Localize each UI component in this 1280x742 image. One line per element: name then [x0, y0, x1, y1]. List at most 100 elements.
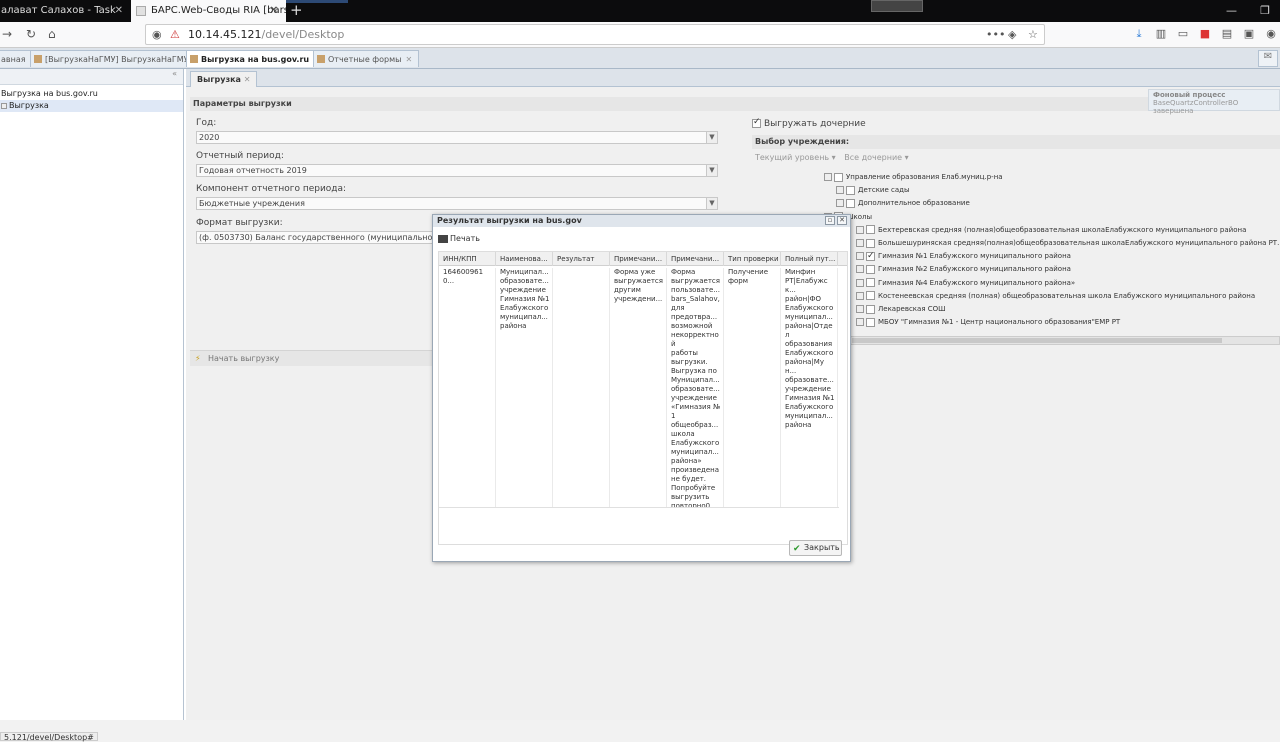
cell-note2: Форма выгружается пользовате... bars_Sal… [667, 268, 724, 508]
forward-icon[interactable]: → [2, 27, 12, 41]
tab-otchetnye-formy[interactable]: Отчетные формы✕ [313, 50, 419, 67]
tree-node-label: Детские сады [858, 186, 910, 194]
result-grid: ИНН/КПП Наименова... Результат Примечани… [438, 251, 848, 545]
tree-node-busgov[interactable]: Выгрузка на bus.gov.ru [0, 88, 183, 100]
account-icon[interactable]: ◉ [1260, 27, 1280, 40]
close-tab-icon[interactable]: ✕ [270, 0, 278, 22]
library-icon[interactable]: ▥ [1150, 27, 1172, 40]
document-icon [190, 55, 198, 63]
checkbox[interactable] [866, 305, 875, 314]
tree-node-institution[interactable]: МБОУ "Гимназия №1 - Центр национального … [856, 316, 1120, 328]
print-label: Печать [450, 234, 480, 243]
checkbox[interactable] [866, 265, 875, 274]
tree-node-institution[interactable]: Костенеевская средняя (полная) общеобраз… [856, 290, 1255, 302]
tab-label: авная [1, 55, 26, 64]
tree-node-institution[interactable]: Дополнительное образование [836, 197, 970, 209]
tab-vygruzka-gmu[interactable]: [ВыгрузкаНаГМУ] ВыгрузкаНаГМУ✕ [30, 50, 206, 67]
mail-icon[interactable]: ✉ [1258, 50, 1278, 67]
sync-icon[interactable]: ▭ [1172, 27, 1194, 40]
url-host: 10.14.45.121 [188, 28, 261, 41]
tree-node-institution[interactable]: Бехтеревская средняя (полная)общеобразов… [856, 224, 1246, 236]
checkbox[interactable] [866, 291, 875, 300]
column-header[interactable]: Полный пут... [781, 252, 838, 266]
tab-label: Выгрузка на bus.gov.ru [201, 55, 309, 64]
chevron-down-icon[interactable]: ▼ [706, 198, 717, 209]
chevron-down-icon[interactable]: ▼ [706, 165, 717, 176]
browser-tabstrip: алават Салахов - Task ✕ БАРС.Web-Своды R… [0, 0, 1280, 22]
download-icon[interactable]: ⤓ [1128, 27, 1150, 41]
browser-tab-bars[interactable]: БАРС.Web-Своды RIA [bars_Sa ✕ [131, 0, 286, 22]
tree-node-institution[interactable]: Гимназия №4 Елабужского муниципального р… [856, 277, 1075, 289]
tree-node-label: Гимназия №4 Елабужского муниципального р… [878, 279, 1075, 287]
new-tab-button[interactable]: + [290, 0, 303, 20]
tree-node-label: Гимназия №2 Елабужского муниципального р… [878, 265, 1071, 273]
column-header[interactable]: ИНН/КПП [439, 252, 496, 266]
checkbox[interactable] [866, 252, 875, 261]
export-children-checkbox[interactable]: Выгружать дочерние [752, 119, 866, 129]
horizontal-scrollbar[interactable] [850, 336, 1280, 345]
pocket-icon[interactable]: ◈ [1008, 25, 1016, 44]
maximize-icon[interactable]: ▫ [825, 216, 835, 225]
tree-node-institution[interactable]: Лекаревская СОШ [856, 303, 946, 315]
url-bar[interactable]: ◉ ⚠ 10.14.45.121/devel/Desktop ••• ◈ ☆ [145, 24, 1045, 45]
tree-node-institution[interactable]: Большешуриняская средняя(полная)общеобра… [856, 237, 1279, 249]
dialog-header: Результат выгрузки на bus.gov ▫ ✕ [433, 215, 850, 227]
checkbox[interactable] [846, 186, 855, 195]
column-header[interactable]: Наименова... [496, 252, 553, 266]
bookmark-star-icon[interactable]: ☆ [1028, 25, 1038, 44]
screenshot-icon[interactable]: ▤ [1216, 27, 1238, 40]
tab-vygruzka-busgov[interactable]: Выгрузка на bus.gov.ru✕ [186, 50, 327, 67]
close-icon[interactable]: ✕ [244, 75, 251, 84]
node-icon [1, 103, 7, 109]
close-icon[interactable]: ✕ [405, 55, 412, 64]
checkbox[interactable] [866, 225, 875, 234]
year-combo[interactable]: 2020▼ [196, 131, 718, 144]
checkbox[interactable] [846, 199, 855, 208]
building-icon [856, 252, 864, 260]
building-icon [856, 239, 864, 247]
screen-capture-widget[interactable] [871, 0, 923, 12]
checkmark-icon: ✔ [793, 542, 801, 556]
tree-node-institution[interactable]: Управление образования Елаб.муниц.р-на [824, 171, 1003, 183]
tree-node-label: Бехтеревская средняя (полная)общеобразов… [878, 226, 1246, 234]
sidebar-icon[interactable]: ▣ [1238, 27, 1260, 40]
grid-header: ИНН/КПП Наименова... Результат Примечани… [439, 252, 847, 266]
browser-tab-task[interactable]: алават Салахов - Task ✕ [0, 0, 131, 22]
column-header[interactable]: Примечани... [667, 252, 724, 266]
close-icon[interactable]: ✕ [837, 216, 847, 225]
checkbox[interactable] [866, 318, 875, 327]
close-tab-icon[interactable]: ✕ [115, 0, 123, 22]
period-combo[interactable]: Годовая отчетность 2019▼ [196, 164, 718, 177]
institution-toolbar: Текущий уровень ▾ Все дочерние ▾ [752, 151, 1280, 164]
component-combo[interactable]: Бюджетные учреждения▼ [196, 197, 718, 210]
minimize-button[interactable]: — [1217, 0, 1247, 22]
tab-vygruzka[interactable]: Выгрузка ✕ [190, 71, 257, 87]
close-button[interactable]: ✔Закрыть [789, 540, 842, 556]
column-header[interactable]: Результат [553, 252, 610, 266]
page-actions-icon[interactable]: ••• [986, 25, 1005, 44]
bookmark-icon[interactable]: ■ [1194, 27, 1216, 40]
toolbar-icons: ⤓▥▭■▤▣◉≡ [1128, 27, 1280, 41]
tree-node-vygruzka[interactable]: Выгрузка [0, 100, 183, 112]
chevron-down-icon[interactable]: ▼ [706, 132, 717, 143]
column-header[interactable]: Примечани... [610, 252, 667, 266]
checkbox[interactable] [752, 119, 761, 128]
maximize-button[interactable]: ❐ [1250, 0, 1280, 22]
checkbox[interactable] [834, 173, 843, 182]
checkbox[interactable] [866, 278, 875, 287]
tree-node-institution[interactable]: Гимназия №1 Елабужского муниципального р… [856, 250, 1071, 262]
collapse-panel-button[interactable]: « [0, 69, 183, 85]
checkbox[interactable] [866, 239, 875, 248]
shield-icon[interactable]: ◉ [152, 25, 162, 44]
current-level-button[interactable]: Текущий уровень ▾ [755, 153, 836, 162]
params-section-title: Параметры выгрузки [190, 97, 1280, 111]
reload-icon[interactable]: ↻ [26, 27, 36, 41]
tree-node-institution[interactable]: Детские сады [836, 184, 910, 196]
all-children-button[interactable]: Все дочерние ▾ [844, 153, 908, 162]
print-button[interactable]: Печать [438, 231, 480, 247]
column-header[interactable]: Тип проверки [724, 252, 781, 266]
tree-node-institution[interactable]: Гимназия №2 Елабужского муниципального р… [856, 263, 1071, 275]
tree-node-label: Выгрузка [9, 101, 49, 110]
insecure-lock-icon[interactable]: ⚠ [170, 25, 180, 44]
home-icon[interactable]: ⌂ [48, 27, 56, 41]
